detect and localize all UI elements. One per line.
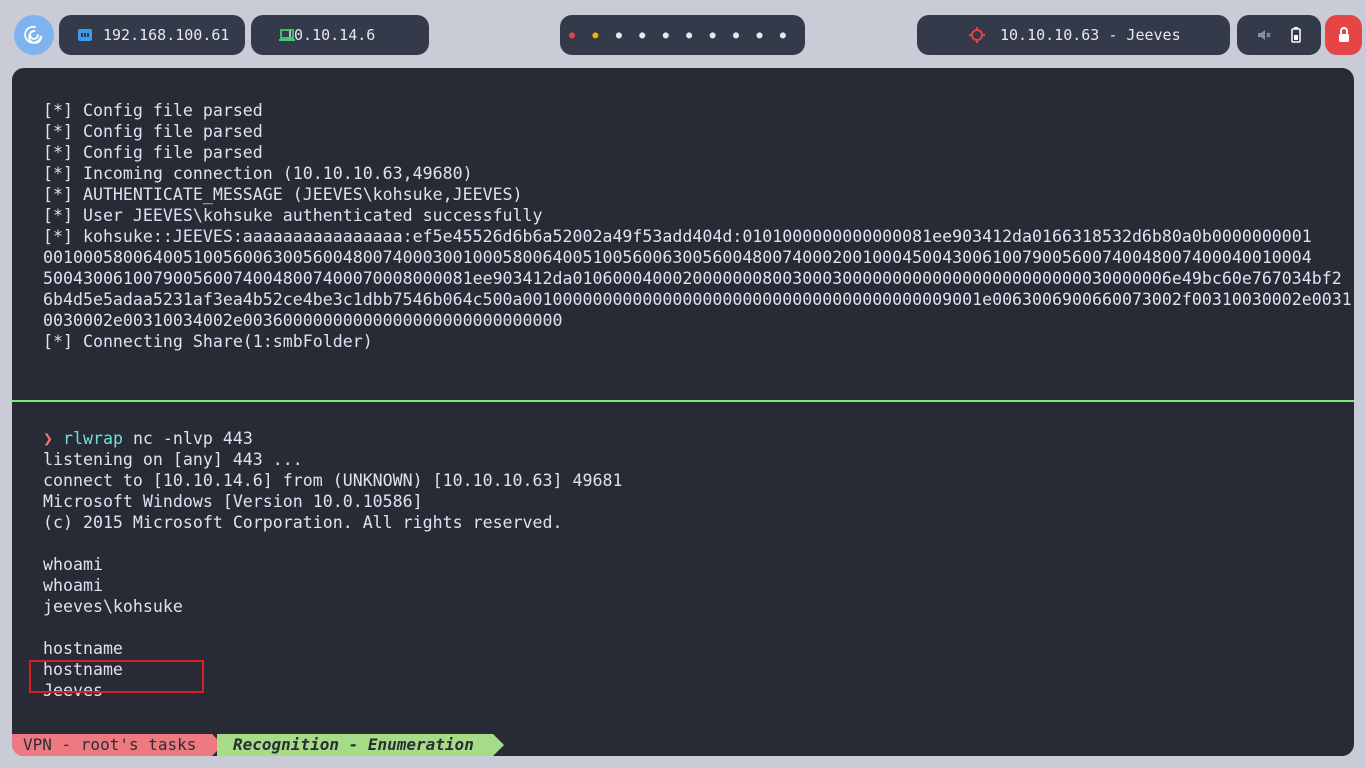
- highlight-box: [29, 660, 204, 693]
- top-bar: 192.168.100.61 10.10.14.6 ● ● ● ● ● ● ● …: [0, 0, 1366, 70]
- output-line: connect to [10.10.14.6] from (UNKNOWN) […: [43, 471, 623, 490]
- vpn-ip-widget[interactable]: 10.10.14.6: [251, 15, 429, 55]
- workspace-switcher: ● ● ● ● ● ● ● ● ● ●: [560, 15, 805, 55]
- debian-swirl-icon[interactable]: [14, 15, 54, 55]
- output-line: [*] Config file parsed: [43, 122, 263, 141]
- workspace-6[interactable]: ●: [683, 30, 695, 41]
- output-line: [*] User JEEVES\kohsuke authenticated su…: [43, 206, 543, 225]
- output-line: listening on [any] 443 ...: [43, 450, 303, 469]
- battery-icon[interactable]: [1291, 27, 1301, 43]
- vpn-ip-text: 10.10.14.6: [285, 26, 376, 44]
- output-line: [*] AUTHENTICATE_MESSAGE (JEEVES\kohsuke…: [43, 185, 523, 204]
- status-window[interactable]: Recognition - Enumeration: [217, 734, 493, 756]
- terminal-pane-top[interactable]: [*] Config file parsed [*] Config file p…: [12, 68, 1354, 400]
- output-line: 0010005800640051005600630056004800740003…: [43, 248, 1312, 267]
- speaker-muted-icon[interactable]: [1257, 28, 1271, 42]
- output-line: (c) 2015 Microsoft Corporation. All righ…: [43, 513, 563, 532]
- prompt-args: nc -nlvp 443: [122, 429, 253, 448]
- target-widget[interactable]: 10.10.10.63 - Jeeves: [917, 15, 1230, 55]
- output-line: [*] Incoming connection (10.10.10.63,496…: [43, 164, 473, 183]
- ethernet-icon: [77, 27, 93, 43]
- terminal-pane-bottom[interactable]: ❯ rlwrap nc -nlvp 443 listening on [any]…: [12, 402, 1354, 732]
- target-text: 10.10.10.63 - Jeeves: [1000, 26, 1181, 44]
- output-line: hostname: [43, 639, 123, 658]
- prompt-command: rlwrap: [63, 429, 123, 448]
- terminal-window[interactable]: [*] Config file parsed [*] Config file p…: [12, 68, 1354, 756]
- output-line: [*] Config file parsed: [43, 143, 263, 162]
- workspace-1[interactable]: ●: [566, 30, 578, 41]
- workspace-4[interactable]: ●: [636, 30, 648, 41]
- output-line: 0030002e00310034002e00360000000000000000…: [43, 311, 563, 330]
- pane-top-output: [*] Config file parsed [*] Config file p…: [43, 100, 1352, 352]
- status-session[interactable]: VPN - root's tasks: [12, 734, 212, 756]
- workspace-7[interactable]: ●: [707, 30, 719, 41]
- output-line: whoami: [43, 555, 103, 574]
- output-line: whoami: [43, 576, 103, 595]
- prompt-symbol: ❯: [43, 429, 53, 448]
- output-line: [*] Connecting Share(1:smbFolder): [43, 332, 373, 351]
- workspace-3[interactable]: ●: [613, 30, 625, 41]
- prompt-line: ❯ rlwrap nc -nlvp 443: [43, 428, 622, 449]
- output-line: [*] Config file parsed: [43, 101, 263, 120]
- output-line: 6b4d5e5adaa5231af3ea4b52ce4be3c1dbb7546b…: [43, 290, 1352, 309]
- workspace-8[interactable]: ●: [730, 30, 742, 41]
- local-ip-widget[interactable]: 192.168.100.61: [59, 15, 245, 55]
- local-ip-text: 192.168.100.61: [103, 26, 230, 44]
- target-crosshair-icon: [969, 27, 985, 43]
- output-line: [*] kohsuke::JEEVES:aaaaaaaaaaaaaaaa:ef5…: [43, 227, 1312, 246]
- output-line: jeeves\kohsuke: [43, 597, 183, 616]
- workspace-10[interactable]: ●: [777, 30, 789, 41]
- system-tray: [1237, 15, 1321, 55]
- tmux-status-line: VPN - root's tasks Recognition - Enumera…: [12, 734, 1354, 756]
- status-window-arrow: [493, 734, 504, 756]
- workspace-9[interactable]: ●: [754, 30, 766, 41]
- output-line: 5004300610079005600740048007400070008000…: [43, 269, 1342, 288]
- output-line: Microsoft Windows [Version 10.0.10586]: [43, 492, 423, 511]
- workspace-2[interactable]: ●: [589, 30, 601, 41]
- power-icon[interactable]: [1325, 15, 1362, 55]
- workspace-5[interactable]: ●: [660, 30, 672, 41]
- laptop-icon: [279, 28, 295, 42]
